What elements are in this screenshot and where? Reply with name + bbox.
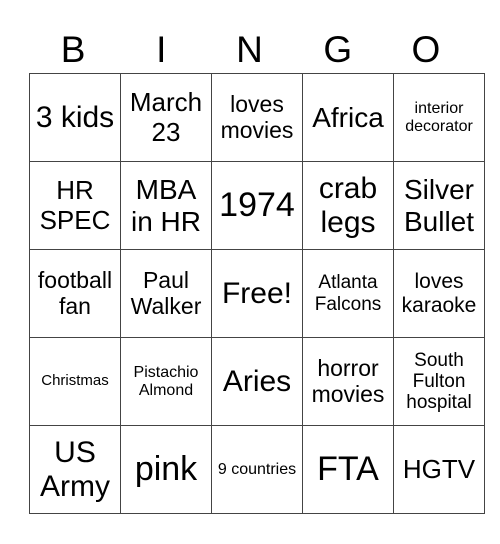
- bingo-cell[interactable]: Atlanta Falcons: [302, 249, 394, 338]
- grid-row: 3 kids March 23 loves movies Africa inte…: [29, 73, 485, 162]
- bingo-cell[interactable]: HGTV: [393, 425, 485, 514]
- grid-row: HR SPEC MBA in HR 1974 crab legs Silver …: [29, 161, 485, 250]
- bingo-grid: 3 kids March 23 loves movies Africa inte…: [29, 73, 485, 514]
- bingo-cell[interactable]: Africa: [302, 73, 394, 162]
- bingo-cell[interactable]: football fan: [29, 249, 121, 338]
- bingo-cell[interactable]: Pistachio Almond: [120, 337, 212, 426]
- bingo-cell[interactable]: loves movies: [211, 73, 303, 162]
- bingo-cell[interactable]: 9 countries: [211, 425, 303, 514]
- bingo-cell free-space[interactable]: Free!: [211, 249, 303, 338]
- bingo-cell[interactable]: Aries: [211, 337, 303, 426]
- bingo-cell[interactable]: 1974: [211, 161, 303, 250]
- header-letter-i: I: [156, 29, 167, 70]
- bingo-cell[interactable]: HR SPEC: [29, 161, 121, 250]
- bingo-cell[interactable]: Paul Walker: [120, 249, 212, 338]
- bingo-cell[interactable]: FTA: [302, 425, 394, 514]
- bingo-cell[interactable]: interior decorator: [393, 73, 485, 162]
- header-letter-b: B: [60, 29, 86, 70]
- bingo-cell[interactable]: Christmas: [29, 337, 121, 426]
- grid-row: Christmas Pistachio Almond Aries horror …: [29, 337, 485, 426]
- bingo-cell[interactable]: 3 kids: [29, 73, 121, 162]
- bingo-cell[interactable]: loves karaoke: [393, 249, 485, 338]
- bingo-cell[interactable]: crab legs: [302, 161, 394, 250]
- bingo-cell[interactable]: MBA in HR: [120, 161, 212, 250]
- header-letter-o: O: [411, 29, 441, 70]
- bingo-header: B I N G O: [29, 28, 470, 72]
- bingo-cell[interactable]: South Fulton hospital: [393, 337, 485, 426]
- bingo-cell[interactable]: Silver Bullet: [393, 161, 485, 250]
- grid-row: football fan Paul Walker Free! Atlanta F…: [29, 249, 485, 338]
- grid-row: US Army pink 9 countries FTA HGTV: [29, 425, 485, 514]
- bingo-cell[interactable]: US Army: [29, 425, 121, 514]
- bingo-cell[interactable]: pink: [120, 425, 212, 514]
- bingo-cell[interactable]: horror movies: [302, 337, 394, 426]
- header-letter-g: G: [323, 29, 353, 70]
- header-letter-n: N: [236, 29, 263, 70]
- bingo-cell[interactable]: March 23: [120, 73, 212, 162]
